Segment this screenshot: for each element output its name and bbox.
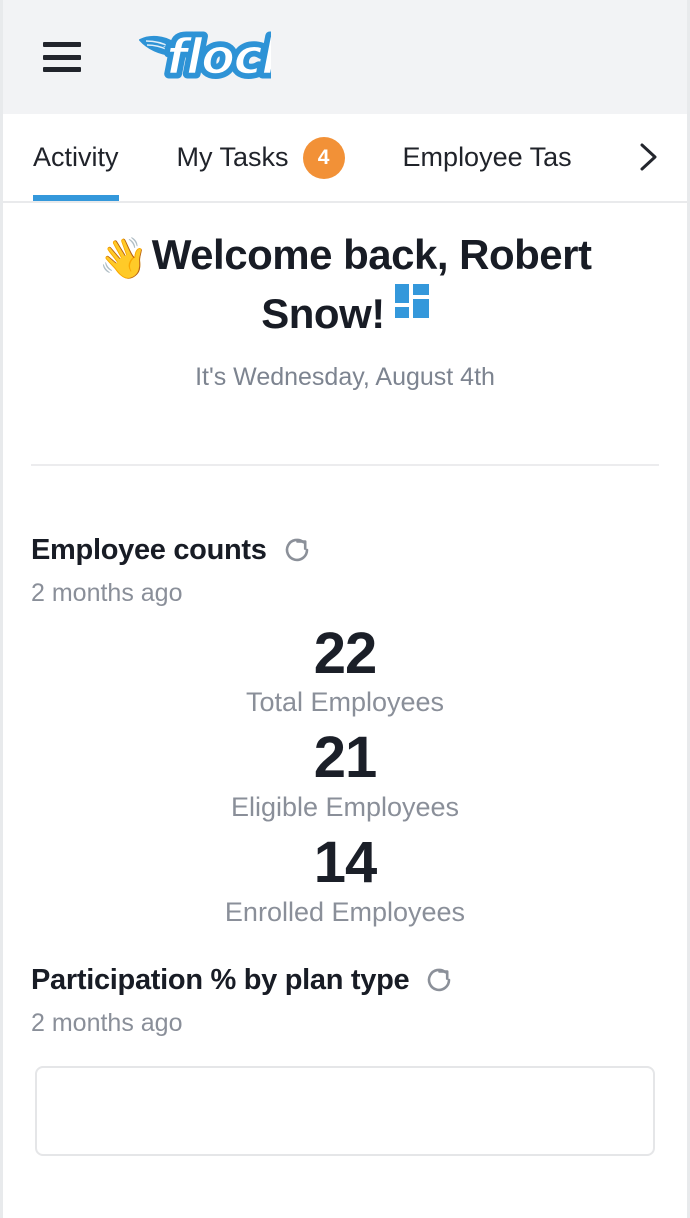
employee-counts-header: Employee counts <box>31 534 659 567</box>
stat-value: 22 <box>313 620 378 686</box>
tab-active-indicator <box>33 195 119 201</box>
refresh-icon[interactable] <box>425 966 453 994</box>
section-divider <box>31 463 659 466</box>
hamburger-bar <box>43 42 81 47</box>
welcome-title-text: Welcome back, Robert Snow! <box>151 231 592 337</box>
participation-section: Participation % by plan type 2 months ag… <box>3 964 687 1038</box>
tab-my-tasks-label: My Tasks <box>176 142 289 172</box>
tab-bar: Activity My Tasks 4 Employee Tas <box>3 114 687 203</box>
participation-chart-card <box>35 1065 655 1156</box>
stat-label: Total Employees <box>245 687 445 718</box>
participation-header: Participation % by plan type <box>31 964 659 997</box>
chevron-right-icon[interactable] <box>621 114 675 199</box>
stat-label: Eligible Employees <box>230 792 460 823</box>
stat-total-employees: 22 Total Employees <box>31 620 659 719</box>
stat-value: 14 <box>313 830 378 896</box>
tab-activity[interactable]: Activity <box>33 114 147 201</box>
hamburger-menu-icon[interactable] <box>43 42 81 72</box>
tab-employee-tasks-label: Employee Tas <box>402 142 572 172</box>
employee-counts-title: Employee counts <box>31 533 267 566</box>
tab-my-tasks[interactable]: My Tasks 4 <box>147 114 373 201</box>
flock-logo[interactable]: flock flock flock <box>136 24 271 90</box>
employee-counts-section: Employee counts 2 months ago 22 Total Em… <box>3 534 687 928</box>
my-tasks-count-badge: 4 <box>302 136 345 179</box>
waving-hand-icon: 👋 <box>98 237 148 281</box>
employee-counts-stats: 22 Total Employees 21 Eligible Employees… <box>31 620 659 928</box>
dashboard-grid-icon[interactable] <box>394 284 429 318</box>
page-title: 👋Welcome back, Robert Snow! <box>31 229 659 341</box>
welcome-section: 👋Welcome back, Robert Snow! It's Wednesd… <box>3 203 687 392</box>
hamburger-bar <box>43 67 81 72</box>
app-header: flock flock flock <box>3 0 687 114</box>
stat-value: 21 <box>313 725 378 791</box>
app-root: flock flock flock Activity My Tasks 4 Em… <box>0 0 690 1218</box>
participation-title: Participation % by plan type <box>31 963 410 996</box>
hamburger-bar <box>43 54 81 60</box>
tab-activity-label: Activity <box>33 142 119 172</box>
employee-counts-updated: 2 months ago <box>31 578 183 607</box>
stat-enrolled-employees: 14 Enrolled Employees <box>31 831 659 928</box>
svg-text:flock: flock <box>166 28 271 86</box>
participation-updated: 2 months ago <box>31 1008 183 1037</box>
welcome-subtitle: It's Wednesday, August 4th <box>195 362 495 391</box>
stat-label: Enrolled Employees <box>224 896 466 927</box>
stat-eligible-employees: 21 Eligible Employees <box>31 726 659 823</box>
tab-employee-tasks[interactable]: Employee Tas <box>373 114 600 201</box>
refresh-icon[interactable] <box>283 536 311 564</box>
